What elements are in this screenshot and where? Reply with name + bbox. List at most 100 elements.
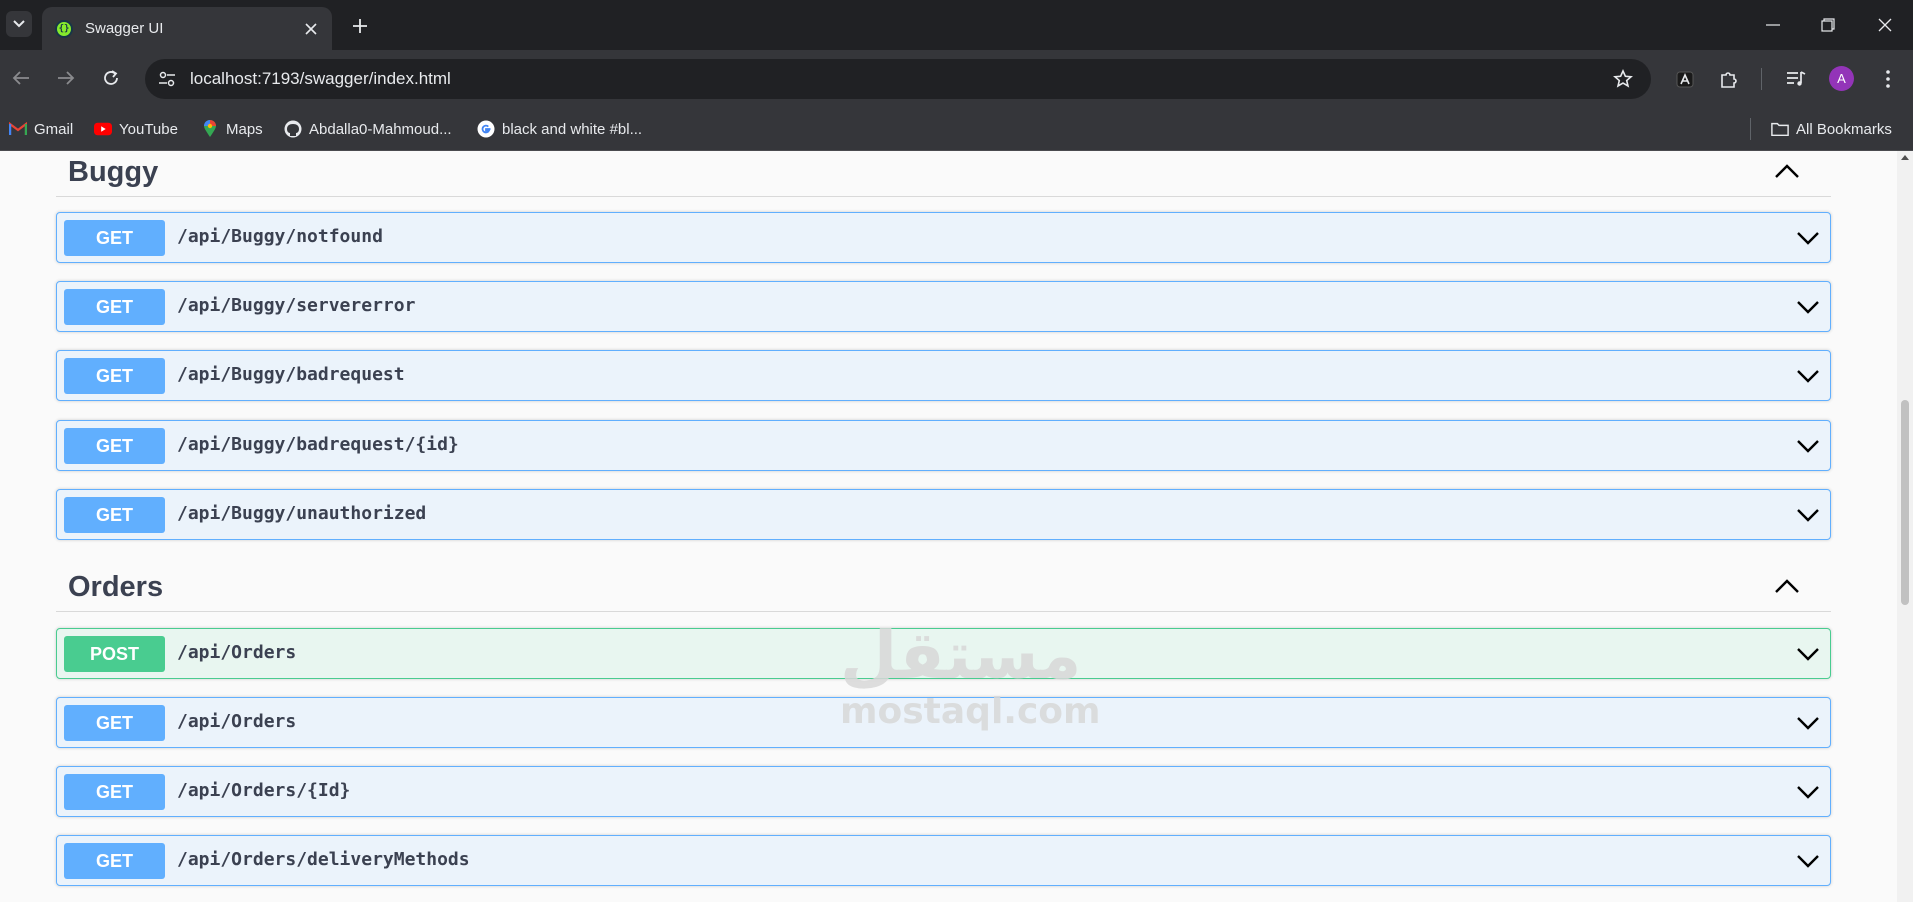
more-vert-icon	[1886, 70, 1890, 88]
bookmark-google[interactable]: black and white #bl...	[477, 118, 642, 140]
reload-icon	[104, 70, 118, 85]
operation-get-buggy-notfound[interactable]: GET /api/Buggy/notfound	[56, 212, 1831, 263]
chevron-down-icon[interactable]	[1794, 780, 1822, 804]
extensions-menu-button[interactable]	[1716, 66, 1742, 92]
restore-button[interactable]	[1800, 0, 1856, 50]
swagger-favicon-icon: {}	[55, 19, 73, 38]
section-title: Orders	[68, 571, 164, 603]
method-badge: GET	[64, 497, 165, 533]
site-info-button[interactable]	[153, 65, 181, 93]
bookmark-star-button[interactable]	[1611, 67, 1635, 91]
bookmark-label: black and white #bl...	[502, 120, 643, 138]
section-title: Buggy	[68, 156, 159, 188]
chevron-down-icon[interactable]	[1794, 503, 1822, 527]
toolbar-divider	[1761, 68, 1762, 90]
plus-icon	[353, 19, 367, 33]
bookmark-gmail[interactable]: Gmail	[9, 118, 73, 140]
chevron-down-icon[interactable]	[1794, 711, 1822, 735]
star-icon	[1613, 69, 1633, 88]
close-icon	[1878, 18, 1892, 32]
section-header-buggy[interactable]: Buggy	[56, 151, 1831, 197]
operation-path: /api/Orders	[177, 642, 297, 663]
back-button[interactable]	[4, 61, 38, 95]
chevron-down-icon[interactable]	[1794, 295, 1822, 319]
watermark-arabic: مستقل	[840, 617, 1082, 694]
forward-button[interactable]	[49, 61, 83, 95]
chevron-down-icon[interactable]	[1794, 642, 1822, 666]
address-bar[interactable]: localhost:7193/swagger/index.html	[145, 59, 1651, 99]
method-badge: GET	[64, 428, 165, 464]
method-badge: POST	[64, 636, 165, 672]
reload-button[interactable]	[94, 61, 128, 95]
tab-strip: {} Swagger UI	[0, 0, 1913, 50]
chevron-down-icon[interactable]	[1794, 849, 1822, 873]
operation-get-buggy-badrequest-id[interactable]: GET /api/Buggy/badrequest/{id}	[56, 420, 1831, 471]
maps-icon	[201, 120, 219, 138]
chevron-up-icon[interactable]	[1773, 161, 1801, 183]
operation-get-buggy-servererror[interactable]: GET /api/Buggy/servererror	[56, 281, 1831, 332]
bookmarks-divider	[1750, 118, 1751, 140]
tab-close-button[interactable]	[300, 18, 322, 40]
chevron-up-icon[interactable]	[1773, 576, 1801, 598]
minimize-button[interactable]	[1745, 0, 1801, 50]
method-badge: GET	[64, 220, 165, 256]
browser-toolbar: localhost:7193/swagger/index.html A	[0, 50, 1913, 107]
browser-tab-active[interactable]: {} Swagger UI	[42, 7, 332, 50]
bookmark-label: YouTube	[119, 120, 178, 138]
chevron-down-icon[interactable]	[1794, 434, 1822, 458]
scrollbar-thumb[interactable]	[1901, 400, 1909, 605]
watermark-latin: mostaql.com	[840, 691, 1101, 732]
media-controls-button[interactable]	[1783, 66, 1809, 92]
scroll-up-arrow-icon[interactable]	[1901, 155, 1909, 160]
chrome-menu-button[interactable]	[1875, 66, 1901, 92]
section-header-orders[interactable]: Orders	[56, 566, 1831, 612]
tab-search-button[interactable]	[6, 11, 32, 37]
method-badge: GET	[64, 843, 165, 879]
queue-music-icon	[1787, 71, 1806, 86]
operation-path: /api/Buggy/notfound	[177, 226, 383, 247]
bookmark-maps[interactable]: Maps	[201, 118, 263, 140]
operation-get-orders-deliverymethods[interactable]: GET /api/Orders/deliveryMethods	[56, 835, 1831, 886]
operation-get-orders-id[interactable]: GET /api/Orders/{Id}	[56, 766, 1831, 817]
operation-get-buggy-badrequest[interactable]: GET /api/Buggy/badrequest	[56, 350, 1831, 401]
operation-get-buggy-unauthorized[interactable]: GET /api/Buggy/unauthorized	[56, 489, 1831, 540]
youtube-icon	[94, 120, 112, 138]
minimize-icon	[1766, 24, 1780, 26]
swagger-page: Buggy GET /api/Buggy/notfound GET /api/B…	[0, 151, 1897, 902]
all-bookmarks-label: All Bookmarks	[1796, 120, 1892, 138]
chevron-down-icon[interactable]	[1794, 364, 1822, 388]
chevron-down-icon[interactable]	[1794, 226, 1822, 250]
bookmark-label: Maps	[226, 120, 263, 138]
method-badge: GET	[64, 358, 165, 394]
arrow-right-icon	[58, 71, 75, 85]
url-text[interactable]: localhost:7193/swagger/index.html	[190, 69, 451, 89]
new-tab-button[interactable]	[346, 12, 374, 40]
mostaql-watermark: مستقل mostaql.com	[840, 617, 1101, 732]
extension-button[interactable]	[1672, 66, 1698, 92]
method-badge: GET	[64, 289, 165, 325]
puzzle-icon	[1721, 72, 1737, 88]
operation-path: /api/Buggy/unauthorized	[177, 503, 427, 524]
close-window-button[interactable]	[1857, 0, 1913, 50]
chevron-down-icon	[13, 20, 25, 28]
restore-icon	[1821, 18, 1835, 32]
close-icon	[305, 22, 317, 35]
github-icon	[284, 120, 302, 138]
tab-title: Swagger UI	[85, 20, 164, 37]
tune-icon	[159, 71, 175, 87]
operation-path: /api/Buggy/servererror	[177, 295, 416, 316]
folder-icon	[1771, 120, 1789, 138]
all-bookmarks-button[interactable]: All Bookmarks	[1771, 118, 1892, 140]
method-badge: GET	[64, 774, 165, 810]
bookmark-label: Abdalla0-Mahmoud...	[309, 120, 452, 138]
profile-avatar[interactable]: A	[1829, 66, 1854, 91]
operation-path: /api/Buggy/badrequest	[177, 364, 405, 385]
arrow-left-icon	[12, 71, 29, 85]
page-scrollbar[interactable]	[1897, 151, 1913, 902]
bookmark-youtube[interactable]: YouTube	[94, 118, 178, 140]
operation-path: /api/Orders/{Id}	[177, 780, 351, 801]
operation-path: /api/Orders	[177, 711, 297, 732]
bookmark-github[interactable]: Abdalla0-Mahmoud...	[284, 118, 452, 140]
google-icon	[477, 120, 495, 138]
bookmarks-bar: Gmail YouTube Maps Abdalla0-Mahmoud... b…	[0, 107, 1913, 151]
